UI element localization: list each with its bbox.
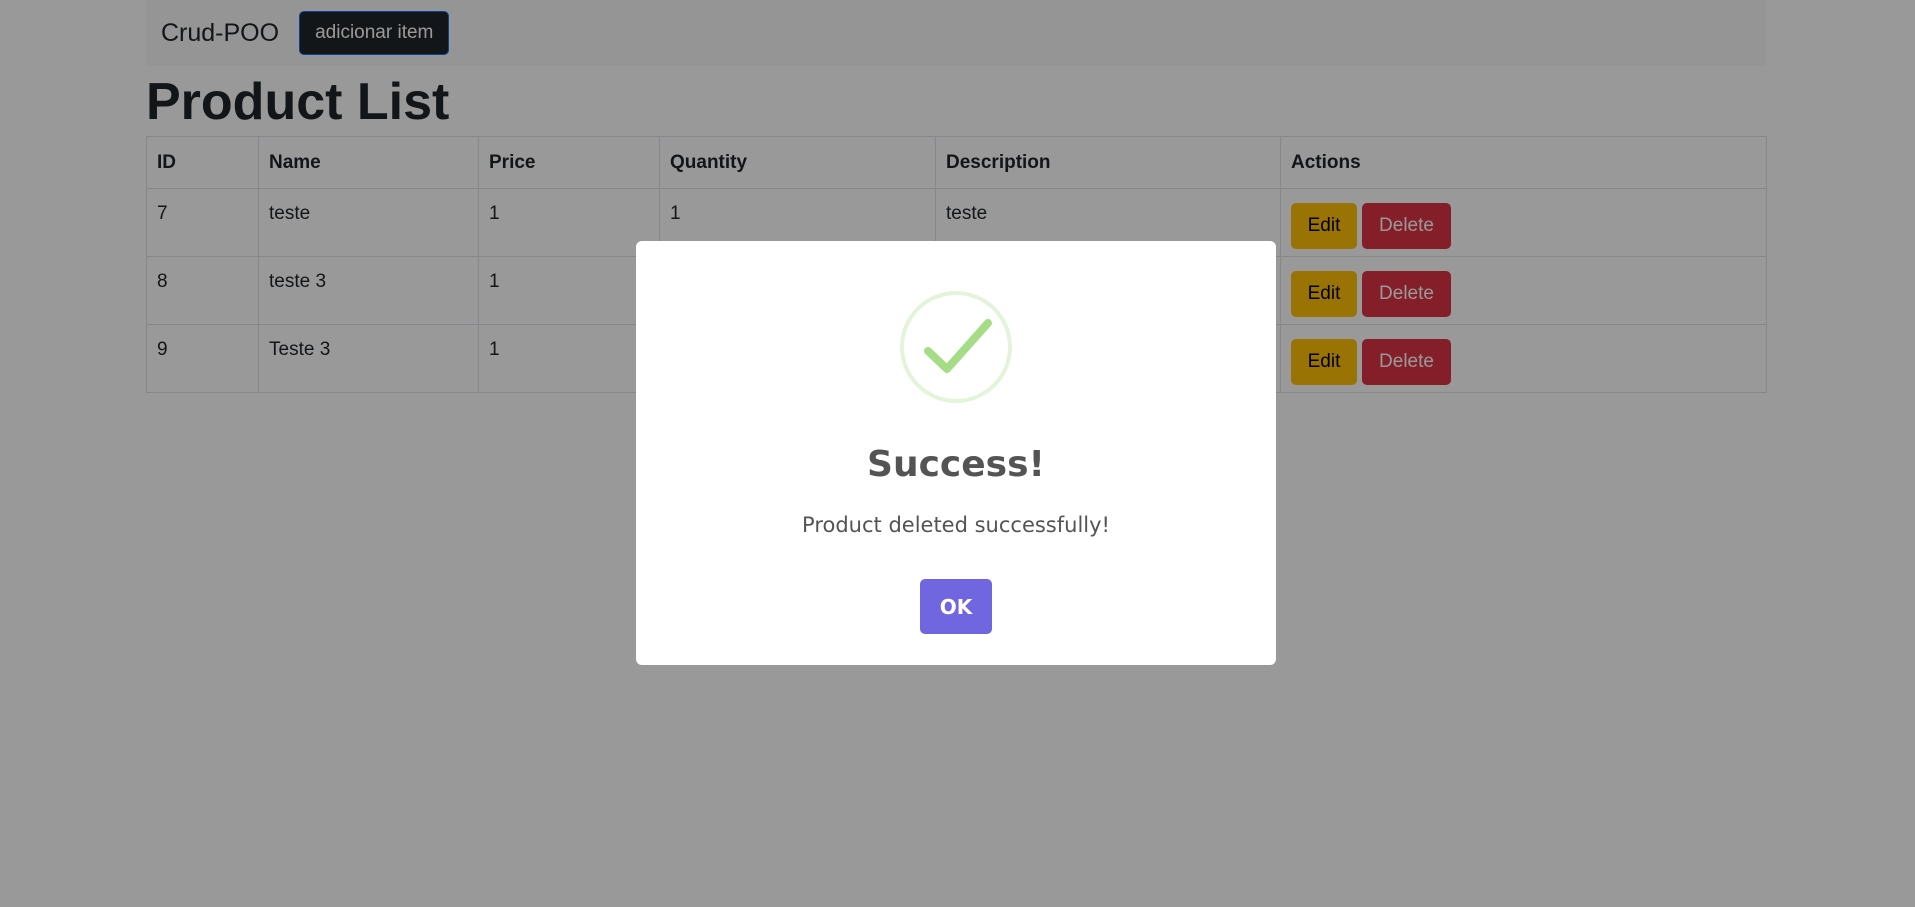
dialog-title: Success! [867,444,1045,485]
ok-button[interactable]: OK [920,579,992,634]
success-dialog: Success! Product deleted successfully! O… [636,241,1276,665]
check-icon [900,291,1012,403]
check-mark [924,319,992,373]
dialog-message: Product deleted successfully! [802,513,1110,537]
